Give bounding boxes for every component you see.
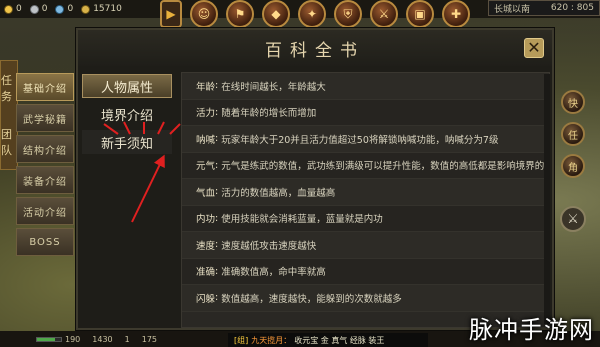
panel-title: 百科全书 [78, 30, 552, 66]
location-readout: 长城以南 620 : 805 [488, 0, 600, 16]
category-structure[interactable]: 结构介绍 [16, 135, 74, 163]
quest-button[interactable]: 任 [561, 122, 585, 146]
right-side-buttons: 快 任 角 ⚔ [548, 90, 598, 232]
tab-quest[interactable]: 任务 [1, 72, 17, 104]
misc-stat: 175 [141, 334, 158, 344]
attribute-list: 年龄: 在线时间越长，年龄越大 活力: 随着年龄的增长而增加 呐喊: 玩家年龄大于20… [181, 72, 550, 328]
attr-row: 速度: 速度越低攻击速度越快 [182, 232, 549, 259]
category-basics[interactable]: 基础介绍 [16, 73, 74, 101]
category-nav: 基础介绍 武学秘籍 结构介绍 装备介绍 活动介绍 BOSS [16, 73, 74, 259]
nav-character-attributes[interactable]: 人物属性 [82, 74, 172, 98]
category-activities[interactable]: 活动介绍 [16, 197, 74, 225]
attr-row: 活力: 随着年龄的增长而增加 [182, 99, 549, 126]
nav-realm-intro[interactable]: 境界介绍 [82, 102, 172, 126]
chest-icon[interactable]: ▣ [406, 0, 434, 28]
category-boss[interactable]: BOSS [16, 228, 74, 256]
character-button[interactable]: 角 [561, 154, 585, 178]
panel-nav: 人物属性 境界介绍 新手须知 [82, 74, 172, 324]
hp-stat: 190 [36, 335, 80, 344]
close-button[interactable]: ✕ [524, 38, 544, 58]
ingot-icon [81, 4, 91, 14]
gold-ingot-icon[interactable]: ◆ [262, 0, 290, 28]
location-coords: 620 : 805 [550, 3, 594, 13]
level-stat: 1 [124, 334, 130, 344]
currency-silver: 0 [29, 4, 47, 14]
tab-team[interactable]: 团队 [1, 126, 17, 158]
category-equipment[interactable]: 装备介绍 [16, 166, 74, 194]
swords-icon[interactable]: ⚔ [370, 0, 398, 28]
currency-gold: 0 [4, 4, 22, 14]
treasure-icon[interactable]: ✦ [298, 0, 326, 28]
category-martial-arts[interactable]: 武学秘籍 [16, 104, 74, 132]
attr-row: 年龄: 在线时间越长，年龄越大 [182, 73, 549, 100]
attr-row: 内功: 使用技能就会消耗蓝量，蓝量就是内功 [182, 205, 549, 232]
currency-ingot: 15710 [81, 4, 122, 14]
attack-sword-icon[interactable]: ⚔ [560, 206, 586, 232]
hp-bar [36, 336, 62, 342]
location-name: 长城以南 [494, 4, 531, 15]
delivery-button[interactable]: 快 [561, 90, 585, 114]
watermark-logo: 脉冲手游网 [469, 316, 594, 344]
nav-newbie-guide[interactable]: 新手须知 [82, 130, 172, 154]
play-arrow-icon[interactable]: ▶ [160, 0, 182, 28]
banner-icon[interactable]: ⚑ [226, 0, 254, 28]
attr-row: 气血: 活力的数值越高，血量越高 [182, 179, 549, 206]
gold-coin-icon [4, 4, 13, 14]
shield-icon[interactable]: ⛨ [334, 0, 362, 28]
silver-coin-icon [29, 4, 39, 14]
chat-ticker[interactable]: [组] 九天揽月： 收元宝 金 真气 经脉 装王 [228, 333, 428, 347]
character-icon[interactable]: ☺ [190, 0, 218, 28]
content-scrollbar[interactable] [544, 74, 550, 324]
attr-row: 呐喊: 玩家年龄大于20并且活力值超过50将解锁呐喊功能，呐喊分为7级 [182, 126, 549, 153]
hp-bar-fill [37, 337, 55, 341]
attr-row: 准确: 准确数值高，命中率就高 [182, 258, 549, 285]
attr-row: 闪躲: 数值越高，速度越快，能躲到的次数就越多 [182, 285, 549, 312]
top-feature-icons: ▶ ☺ ⚑ ◆ ✦ ⛨ ⚔ ▣ ✚ [160, 0, 470, 28]
attr-row: 元气: 元气是练武的数值，武功练到满级可以提升性能，数值的高低都是影响境界的 [182, 152, 549, 179]
gem-icon [55, 4, 65, 14]
mp-stat: 1430 [92, 334, 113, 344]
gift-icon[interactable]: ✚ [442, 0, 470, 28]
encyclopedia-panel: 百科全书 ✕ 人物属性 境界介绍 新手须知 年龄: 在线时间越长，年龄越大 活力:… [76, 28, 554, 330]
currency-gem: 0 [55, 4, 73, 14]
